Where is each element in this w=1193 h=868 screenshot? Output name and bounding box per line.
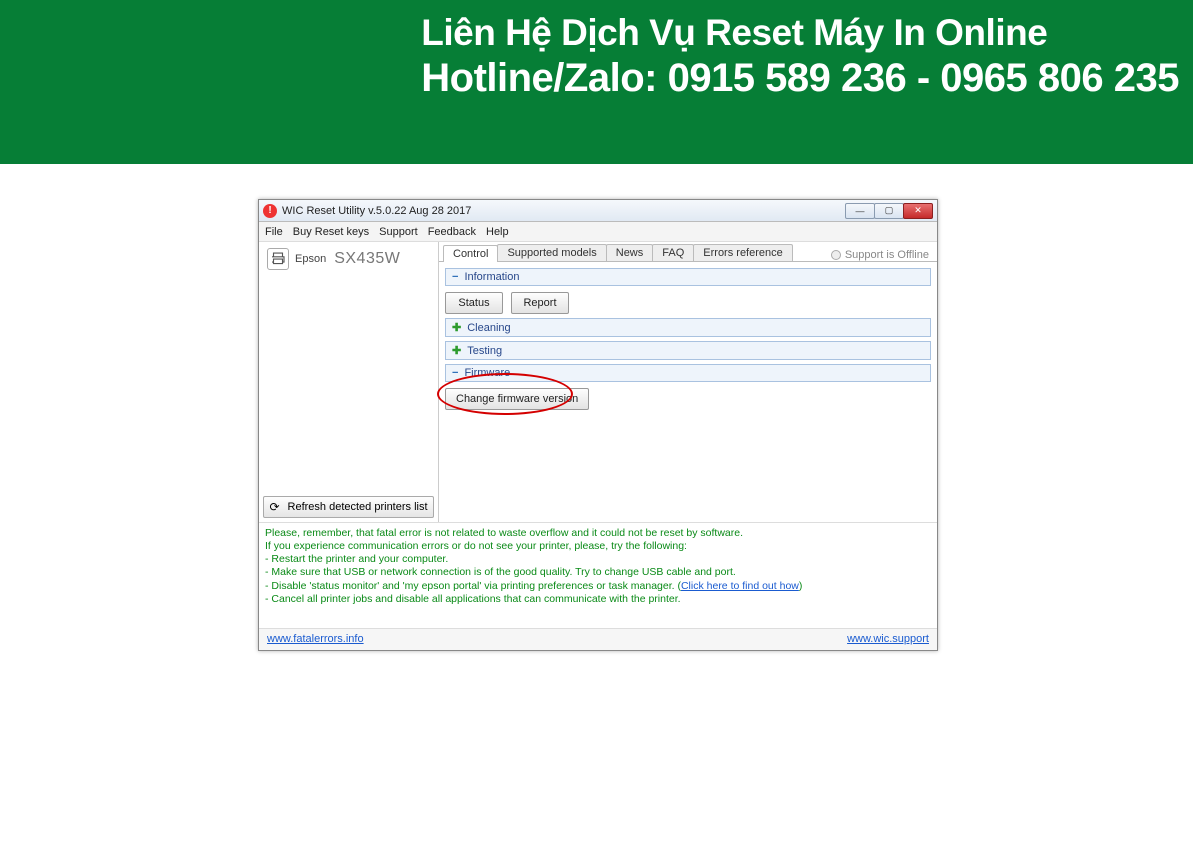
section-firmware-title: Firmware bbox=[464, 367, 510, 379]
minimize-button[interactable]: — bbox=[845, 203, 875, 219]
sidebar: Epson SX435W ⟳ Refresh detected printers… bbox=[259, 242, 439, 522]
section-information[interactable]: − Information bbox=[445, 268, 931, 286]
printer-model-label: SX435W bbox=[334, 250, 400, 268]
banner-line2: Hotline/Zalo: 0915 589 236 - 0965 806 23… bbox=[421, 56, 1179, 101]
printer-entry[interactable]: Epson SX435W bbox=[259, 242, 438, 276]
tab-errors-reference[interactable]: Errors reference bbox=[693, 244, 792, 261]
help-line: - Restart the printer and your computer. bbox=[265, 553, 931, 566]
window-controls: — ▢ ✕ bbox=[846, 203, 933, 219]
refresh-icon: ⟳ bbox=[269, 500, 279, 514]
help-line: - Disable 'status monitor' and 'my epson… bbox=[265, 580, 931, 593]
tab-news[interactable]: News bbox=[606, 244, 654, 261]
section-information-title: Information bbox=[464, 271, 519, 283]
expand-icon: ✚ bbox=[452, 344, 461, 357]
promo-banner: Liên Hệ Dịch Vụ Reset Máy In Online Hotl… bbox=[0, 0, 1193, 164]
help-line: - Cancel all printer jobs and disable al… bbox=[265, 593, 931, 606]
banner-line1: Liên Hệ Dịch Vụ Reset Máy In Online bbox=[421, 12, 1179, 54]
menu-support[interactable]: Support bbox=[379, 226, 418, 238]
titlebar: ! WIC Reset Utility v.5.0.22 Aug 28 2017… bbox=[259, 200, 937, 222]
tab-faq[interactable]: FAQ bbox=[652, 244, 694, 261]
expand-icon: ✚ bbox=[452, 321, 461, 334]
help-link-find-out-how[interactable]: Click here to find out how bbox=[681, 580, 799, 592]
collapse-icon: − bbox=[452, 367, 458, 379]
status-button[interactable]: Status bbox=[445, 292, 503, 314]
refresh-printers-button[interactable]: ⟳ Refresh detected printers list bbox=[263, 496, 434, 518]
control-panel: − Information Status Report ✚ Cleaning ✚… bbox=[439, 262, 937, 522]
help-text: Please, remember, that fatal error is no… bbox=[259, 522, 937, 628]
footer-right-link[interactable]: www.wic.support bbox=[847, 633, 929, 645]
sidebar-spacer bbox=[259, 276, 438, 492]
section-cleaning-title: Cleaning bbox=[467, 322, 510, 334]
section-firmware[interactable]: − Firmware bbox=[445, 364, 931, 382]
refresh-label: Refresh detected printers list bbox=[288, 501, 428, 513]
tab-control[interactable]: Control bbox=[443, 245, 498, 262]
section-testing[interactable]: ✚ Testing bbox=[445, 341, 931, 360]
printer-brand-label: Epson bbox=[295, 253, 326, 265]
collapse-icon: − bbox=[452, 271, 458, 283]
menu-feedback[interactable]: Feedback bbox=[428, 226, 476, 238]
printer-icon bbox=[267, 248, 289, 270]
app-icon: ! bbox=[263, 204, 277, 218]
menu-buy-reset-keys[interactable]: Buy Reset keys bbox=[293, 226, 369, 238]
maximize-button[interactable]: ▢ bbox=[874, 203, 904, 219]
close-button[interactable]: ✕ bbox=[903, 203, 933, 219]
menu-file[interactable]: File bbox=[265, 226, 283, 238]
tab-supported-models[interactable]: Supported models bbox=[497, 244, 606, 261]
help-line: Please, remember, that fatal error is no… bbox=[265, 527, 931, 540]
app-window: ! WIC Reset Utility v.5.0.22 Aug 28 2017… bbox=[258, 199, 938, 651]
app-body: Epson SX435W ⟳ Refresh detected printers… bbox=[259, 242, 937, 522]
support-status-icon bbox=[831, 250, 841, 260]
menu-help[interactable]: Help bbox=[486, 226, 509, 238]
firmware-buttons: Change firmware version bbox=[445, 382, 931, 412]
tabbar: Control Supported models News FAQ Errors… bbox=[439, 242, 937, 262]
help-line: - Make sure that USB or network connecti… bbox=[265, 566, 931, 579]
content-area: Control Supported models News FAQ Errors… bbox=[439, 242, 937, 522]
footer-links: www.fatalerrors.info www.wic.support bbox=[259, 628, 937, 650]
banner-text: Liên Hệ Dịch Vụ Reset Máy In Online Hotl… bbox=[421, 12, 1179, 101]
help-line: If you experience communication errors o… bbox=[265, 540, 931, 553]
report-button[interactable]: Report bbox=[511, 292, 569, 314]
information-buttons: Status Report bbox=[445, 286, 931, 316]
support-status-label: Support is Offline bbox=[845, 249, 929, 261]
window-title: WIC Reset Utility v.5.0.22 Aug 28 2017 bbox=[282, 205, 846, 217]
support-status[interactable]: Support is Offline bbox=[831, 249, 933, 261]
footer-left-link[interactable]: www.fatalerrors.info bbox=[267, 633, 364, 645]
menubar: File Buy Reset keys Support Feedback Hel… bbox=[259, 222, 937, 242]
section-cleaning[interactable]: ✚ Cleaning bbox=[445, 318, 931, 337]
section-testing-title: Testing bbox=[467, 345, 502, 357]
change-firmware-button[interactable]: Change firmware version bbox=[445, 388, 589, 410]
